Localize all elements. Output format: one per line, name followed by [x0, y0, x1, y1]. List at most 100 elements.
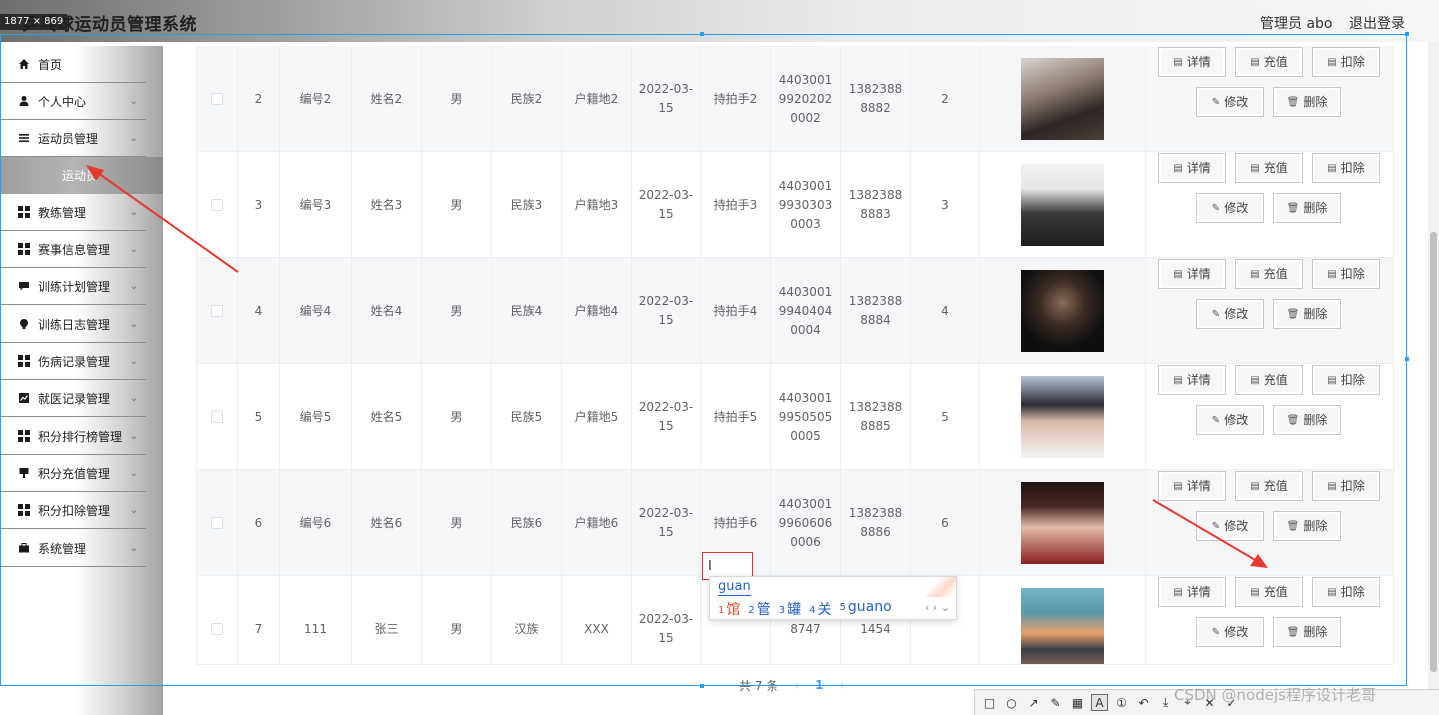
grid-icon: [18, 430, 30, 442]
chevron-down-icon: ⌄: [129, 468, 138, 479]
delete-button[interactable]: 🗑 删除: [1273, 299, 1341, 329]
detail-button[interactable]: ▤ 详情: [1158, 153, 1226, 183]
detail-button[interactable]: ▤ 详情: [1158, 471, 1226, 501]
detail-button[interactable]: ▤ 详情: [1158, 47, 1226, 77]
detail-button[interactable]: ▤ 详情: [1158, 577, 1226, 607]
sidebar-item-training-log[interactable]: 训练日志管理 ⌄: [0, 306, 146, 343]
save-tool-icon[interactable]: ⤓: [1157, 694, 1174, 711]
recharge-button[interactable]: ▤ 充值: [1235, 259, 1303, 289]
ime-candidate[interactable]: 1馆: [718, 599, 740, 618]
undo-tool-icon[interactable]: ↶: [1135, 694, 1152, 711]
delete-button[interactable]: 🗑 删除: [1273, 617, 1341, 647]
sidebar-item-training-plan[interactable]: 训练计划管理 ⌄: [0, 268, 146, 305]
next-page-button[interactable]: ›: [839, 678, 844, 692]
ime-candidate[interactable]: 4关: [809, 599, 831, 618]
sidebar-item-points-ranking[interactable]: 积分排行榜管理 ⌄: [0, 418, 146, 455]
grid-icon: [18, 504, 30, 516]
edit-label: 修改: [1224, 306, 1249, 321]
ime-page-arrows[interactable]: ‹ › ⌄: [925, 601, 950, 614]
deduct-button[interactable]: ▤ 扣除: [1312, 153, 1380, 183]
sidebar-subitem-athlete[interactable]: 运动员: [0, 157, 163, 194]
detail-button[interactable]: ▤ 详情: [1158, 365, 1226, 395]
ime-candidate[interactable]: 2管: [748, 599, 770, 618]
sidebar-item-home[interactable]: 首页: [0, 46, 146, 83]
row-checkbox[interactable]: [211, 93, 223, 105]
chevron-down-icon: ⌄: [129, 319, 138, 330]
edit-button[interactable]: ✎ 修改: [1196, 511, 1264, 541]
edit-button[interactable]: ✎ 修改: [1196, 299, 1264, 329]
row-checkbox[interactable]: [211, 623, 223, 635]
edit-icon: ✎: [1211, 520, 1221, 532]
selection-handle[interactable]: [1405, 357, 1409, 361]
detail-button[interactable]: ▤ 详情: [1158, 259, 1226, 289]
detail-icon: ▤: [1173, 56, 1183, 68]
selection-handle[interactable]: [700, 684, 704, 688]
code-cell: 111: [280, 576, 352, 664]
delete-button[interactable]: 🗑 删除: [1273, 87, 1341, 117]
sidebar-item-injury-record[interactable]: 伤病记录管理 ⌄: [0, 343, 146, 380]
delete-button[interactable]: 🗑 删除: [1273, 405, 1341, 435]
sidebar-item-athlete-management[interactable]: 运动员管理 ⌄: [0, 120, 146, 157]
athlete-photo: [1021, 482, 1104, 564]
phone-line: 1454: [860, 621, 891, 636]
number-tool-icon[interactable]: ①: [1113, 694, 1130, 711]
recharge-button[interactable]: ▤ 充值: [1235, 471, 1303, 501]
idcard-cell: 4403001 9960606 0006: [771, 470, 841, 576]
edit-button[interactable]: ✎ 修改: [1196, 405, 1264, 435]
sidebar-item-label: 首页: [38, 57, 63, 72]
row-checkbox[interactable]: [211, 517, 223, 529]
selection-handle[interactable]: [700, 32, 704, 36]
sidebar-item-points-recharge[interactable]: 积分充值管理 ⌄: [0, 455, 146, 492]
page-scrollbar[interactable]: [1428, 42, 1439, 690]
sidebar-item-coach-management[interactable]: 教练管理 ⌄: [0, 194, 146, 231]
delete-button[interactable]: 🗑 删除: [1273, 193, 1341, 223]
date-line1: 2022-03-: [638, 612, 694, 626]
gender-cell: 男: [422, 576, 492, 664]
athlete-photo: [1021, 164, 1104, 246]
ellipse-tool-icon[interactable]: ○: [1003, 694, 1020, 711]
sidebar-item-points-deduct[interactable]: 积分扣除管理 ⌄: [0, 492, 146, 529]
rect-tool-icon[interactable]: □: [981, 694, 998, 711]
recharge-button[interactable]: ▤ 充值: [1235, 47, 1303, 77]
ime-composition: guan: [718, 579, 751, 596]
edit-button[interactable]: ✎ 修改: [1196, 87, 1264, 117]
table-row: 2 编号2 姓名2 男 民族2 户籍地2 2022-03- 15 持拍手2 440…: [197, 46, 1393, 152]
pagination-total: 共 7 条: [739, 678, 779, 693]
row-checkbox[interactable]: [211, 305, 223, 317]
prev-page-button[interactable]: ‹: [794, 678, 799, 692]
deduct-button[interactable]: ▤ 扣除: [1312, 47, 1380, 77]
idcard-line: 9960606: [778, 515, 833, 530]
row-checkbox[interactable]: [211, 199, 223, 211]
selection-handle[interactable]: [1405, 32, 1409, 36]
sidebar-item-event-management[interactable]: 赛事信息管理 ⌄: [0, 231, 146, 268]
sidebar-item-personal-center[interactable]: 个人中心 ⌄: [0, 83, 146, 120]
recharge-button[interactable]: ▤ 充值: [1235, 365, 1303, 395]
edit-button[interactable]: ✎ 修改: [1196, 193, 1264, 223]
arrow-tool-icon[interactable]: ↗: [1025, 694, 1042, 711]
row-checkbox[interactable]: [211, 411, 223, 423]
deduct-button[interactable]: ▤ 扣除: [1312, 471, 1380, 501]
recharge-label: 充值: [1263, 478, 1288, 493]
deduct-button[interactable]: ▤ 扣除: [1312, 365, 1380, 395]
scrollbar-thumb[interactable]: [1430, 232, 1437, 672]
text-cursor-icon: I: [708, 559, 712, 574]
deduct-label: 扣除: [1340, 372, 1365, 387]
ime-candidate[interactable]: 3罐: [779, 599, 801, 618]
mosaic-tool-icon[interactable]: ▦: [1069, 694, 1086, 711]
page-number-button[interactable]: 1: [815, 678, 823, 692]
deduct-button[interactable]: ▤ 扣除: [1312, 577, 1380, 607]
sidebar-item-medical-record[interactable]: 就医记录管理 ⌄: [0, 380, 146, 417]
trash-icon: 🗑: [1286, 414, 1300, 426]
pen-tool-icon[interactable]: ✎: [1047, 694, 1064, 711]
deduct-button[interactable]: ▤ 扣除: [1312, 259, 1380, 289]
logout-link[interactable]: 退出登录: [1349, 13, 1405, 33]
recharge-button[interactable]: ▤ 充值: [1235, 153, 1303, 183]
sidebar-item-system-management[interactable]: 系统管理 ⌄: [0, 530, 146, 567]
recharge-button[interactable]: ▤ 充值: [1235, 577, 1303, 607]
idcard-line: 4403001: [778, 72, 833, 87]
edit-button[interactable]: ✎ 修改: [1196, 617, 1264, 647]
delete-button[interactable]: 🗑 删除: [1273, 511, 1341, 541]
text-tool-icon[interactable]: A: [1091, 694, 1108, 711]
row-select-cell: [197, 364, 238, 470]
ime-candidate[interactable]: 5 guano: [840, 599, 892, 617]
